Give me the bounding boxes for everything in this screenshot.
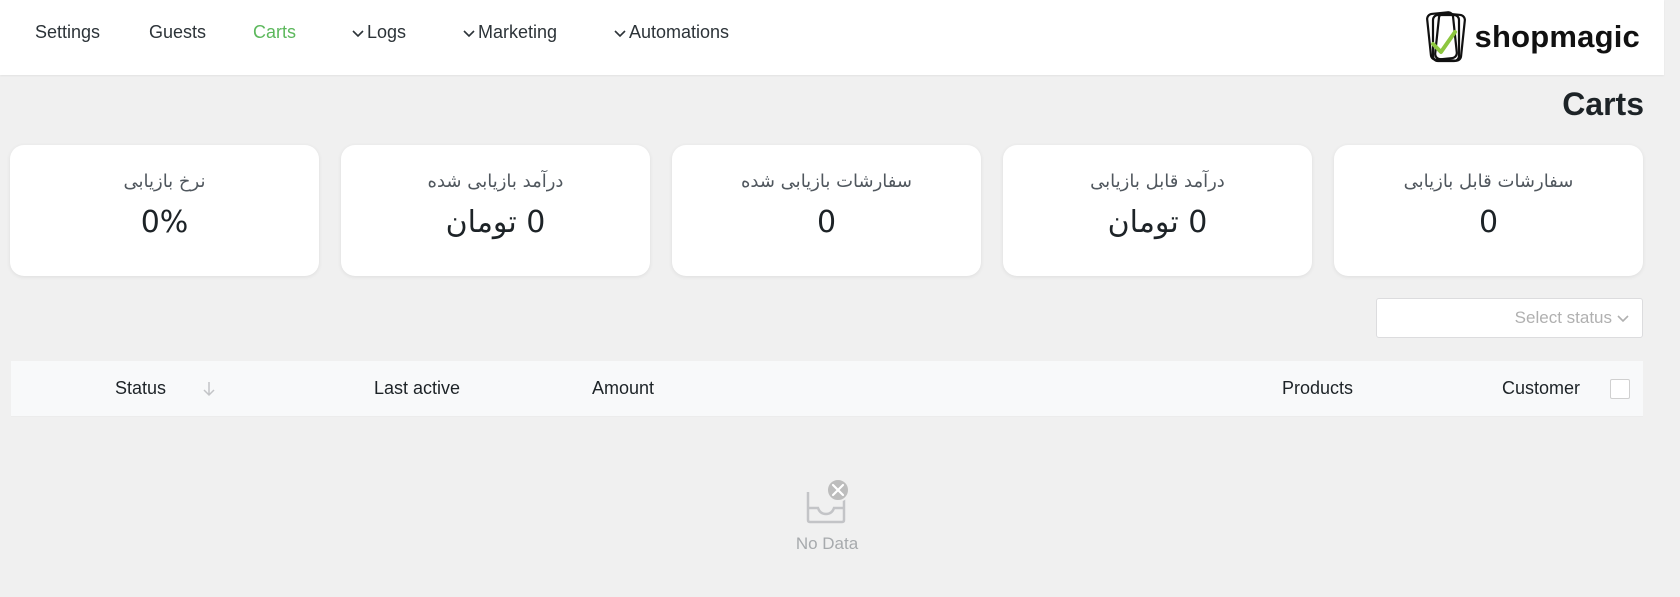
nav-carts[interactable]: Carts (253, 22, 296, 43)
nav-settings-label: Settings (35, 22, 101, 42)
sort-arrow-down-icon[interactable] (201, 380, 217, 398)
stat-card-recovery-rate: نرخ بازیابی 0% (10, 145, 319, 276)
select-all-checkbox[interactable] (1610, 379, 1630, 399)
status-filter-select[interactable]: Select status (1376, 298, 1643, 338)
nav-automations-label: Automations (629, 22, 730, 42)
nav-logs[interactable]: Logs (351, 22, 406, 43)
stat-card-recovered-orders: سفارشات بازیابی شده 0 (672, 145, 981, 276)
empty-state: No Data (760, 478, 894, 554)
status-filter-placeholder: Select status (1514, 308, 1612, 327)
chevron-down-icon (463, 29, 475, 37)
stat-card-recoverable-revenue: درآمد قابل بازیابی 0 تومان (1003, 145, 1312, 276)
stat-label: درآمد بازیابی شده (427, 171, 564, 192)
nav-marketing[interactable]: Marketing (462, 22, 557, 43)
brand-name: shopmagic (1474, 19, 1640, 54)
nav-marketing-label: Marketing (478, 22, 558, 42)
chevron-down-icon (352, 29, 364, 37)
stat-label: سفارشات بازیابی شده (741, 171, 912, 192)
stat-value: 0 (1478, 205, 1499, 240)
stat-value: 0 تومان (1107, 205, 1208, 240)
table-header: Status Last active Amount Products Custo… (11, 361, 1643, 417)
stat-label: نرخ بازیابی (123, 171, 206, 192)
column-status[interactable]: Status (115, 378, 166, 399)
empty-inbox-icon (806, 478, 850, 524)
column-amount[interactable]: Amount (592, 378, 654, 399)
page-title: Carts (1562, 86, 1644, 122)
stat-value: 0 تومان (445, 205, 546, 240)
nav-settings[interactable]: Settings (35, 22, 100, 43)
column-last-active[interactable]: Last active (374, 378, 460, 399)
column-customer[interactable]: Customer (1502, 378, 1580, 399)
nav-carts-label: Carts (253, 22, 297, 42)
nav-guests[interactable]: Guests (149, 22, 206, 43)
nav-guests-label: Guests (149, 22, 207, 42)
stat-card-recovered-revenue: درآمد بازیابی شده 0 تومان (341, 145, 650, 276)
top-navigation-bar: Settings Guests Carts Logs Marketing Aut… (0, 0, 1664, 75)
column-products[interactable]: Products (1282, 378, 1353, 399)
chevron-down-icon (1617, 315, 1629, 323)
empty-state-text: No Data (795, 534, 859, 553)
stat-label: سفارشات قابل بازیابی (1403, 171, 1574, 192)
shopmagic-logo-icon (1425, 11, 1466, 63)
stat-value: 0% (140, 205, 189, 240)
brand-logo[interactable]: shopmagic (1421, 8, 1640, 66)
nav-logs-label: Logs (367, 22, 407, 42)
stat-label: درآمد قابل بازیابی (1090, 171, 1225, 192)
stat-card-recoverable-orders: سفارشات قابل بازیابی 0 (1334, 145, 1643, 276)
nav-automations[interactable]: Automations (613, 22, 729, 43)
stat-value: 0 (816, 205, 837, 240)
chevron-down-icon (614, 29, 626, 37)
